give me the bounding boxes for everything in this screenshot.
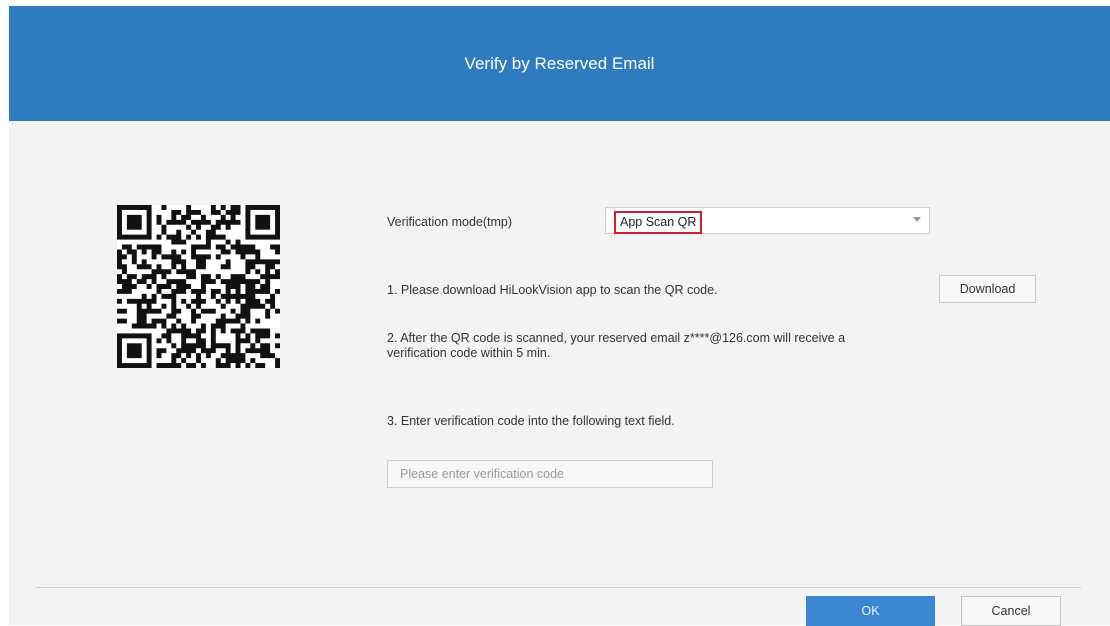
step-2-line-2: verification code within 5 min. xyxy=(387,346,551,360)
step-3-text: 3. Enter verification code into the foll… xyxy=(387,414,675,428)
step-1-text: 1. Please download HiLookVision app to s… xyxy=(387,283,718,297)
verification-mode-value: App Scan QR xyxy=(614,211,703,234)
verification-mode-select[interactable]: App Scan QR xyxy=(605,207,930,234)
download-button[interactable]: Download xyxy=(939,275,1036,303)
dialog-title: Verify by Reserved Email xyxy=(464,53,655,73)
dialog-header: Verify by Reserved Email xyxy=(9,6,1110,121)
cancel-button[interactable]: Cancel xyxy=(961,596,1061,626)
chevron-down-icon xyxy=(913,217,921,222)
qr-code-icon xyxy=(117,205,280,368)
verification-code-input[interactable] xyxy=(387,460,713,488)
step-2-line-1: 2. After the QR code is scanned, your re… xyxy=(387,331,846,345)
verification-mode-label: Verification mode(tmp) xyxy=(387,215,513,229)
ok-button[interactable]: OK xyxy=(806,596,935,626)
footer-divider xyxy=(36,587,1081,588)
verify-email-dialog: Verify by Reserved Email Verification mo… xyxy=(9,6,1110,626)
